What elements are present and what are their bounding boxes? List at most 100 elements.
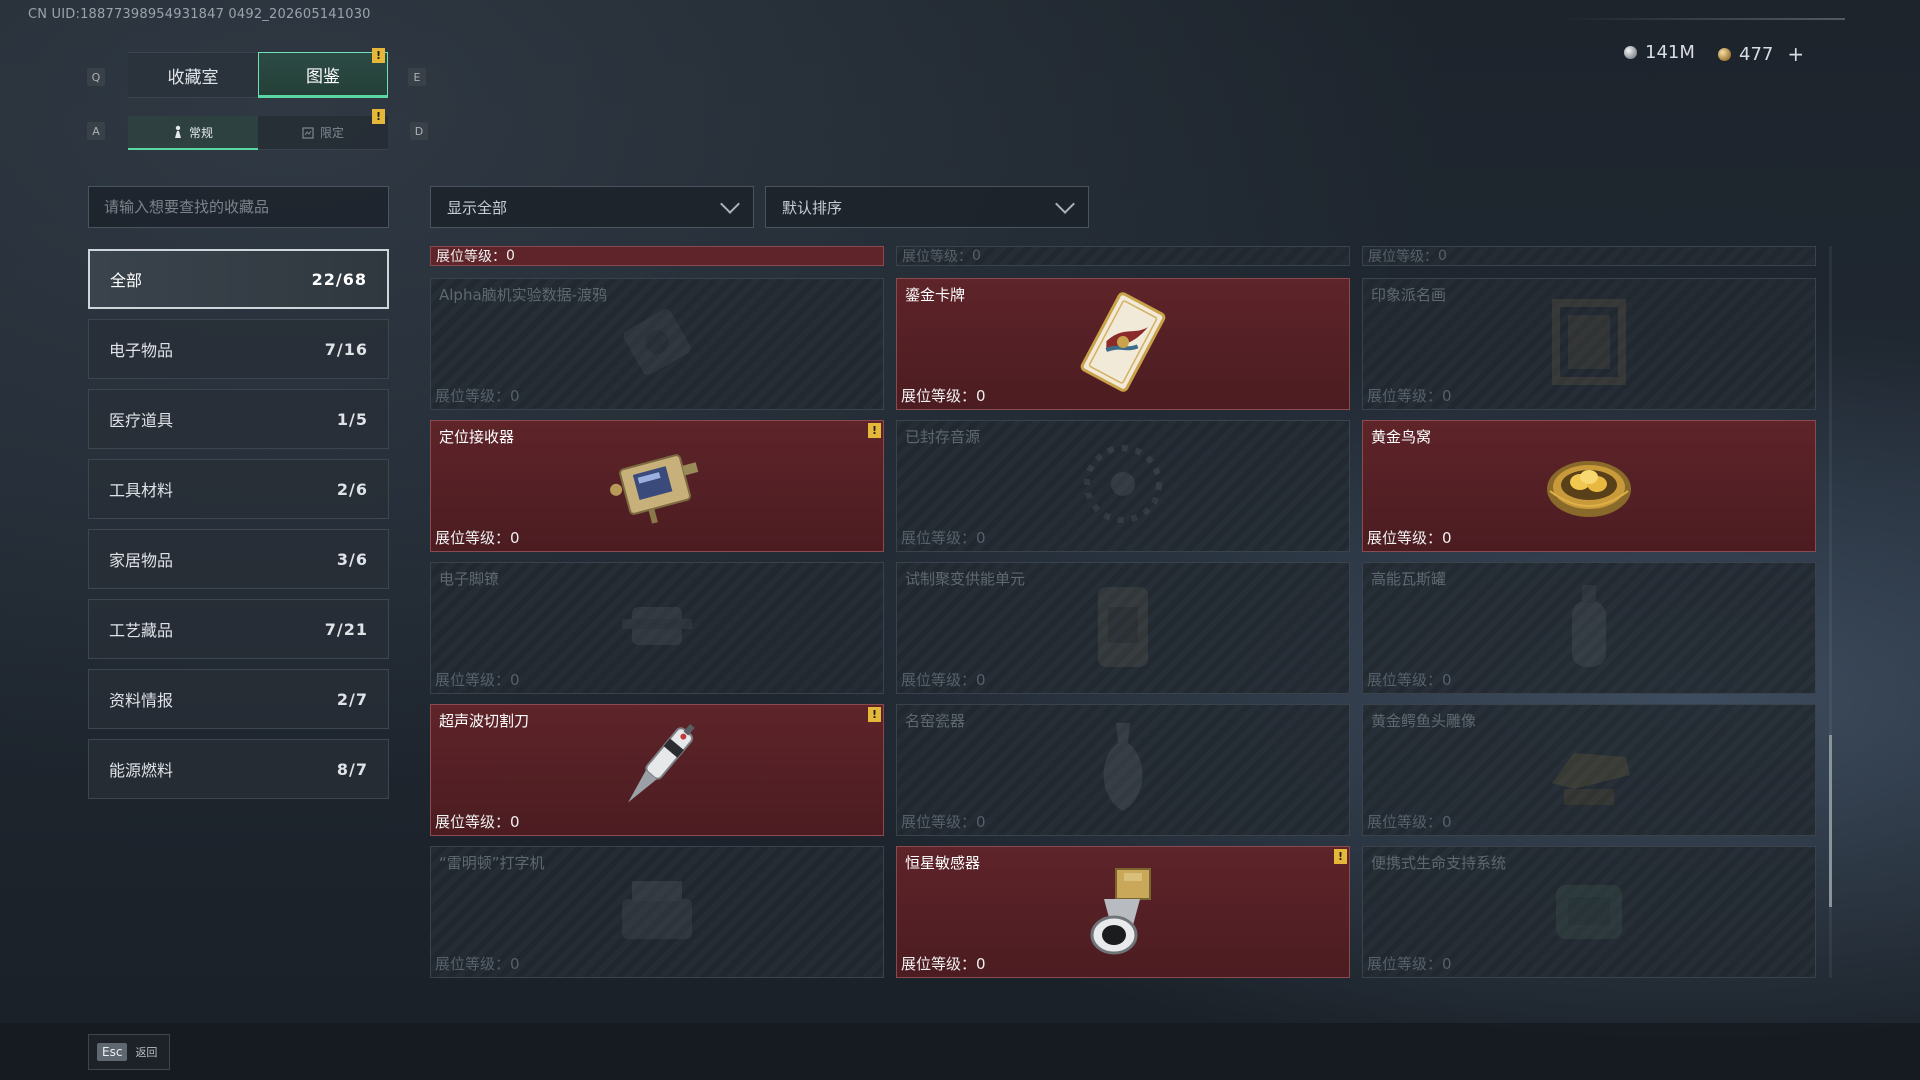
item-name: 已封存音源	[905, 428, 981, 446]
collection-item-card[interactable]: 黄金鳄鱼头雕像 展位等级：0	[1362, 704, 1816, 836]
figure-icon	[174, 125, 181, 138]
tab-label: 收藏室	[167, 67, 219, 88]
subtab-limited[interactable]: 限定	[258, 116, 388, 150]
item-level: 展位等级：0	[435, 669, 520, 690]
level-value: 0	[976, 671, 986, 689]
category-label: 家居物品	[109, 551, 174, 570]
collection-item-card[interactable]: 便携式生命支持系统 展位等级：0	[1362, 846, 1816, 978]
category-intel[interactable]: 资料情报 2/7	[88, 669, 389, 729]
item-name: 定位接收器	[439, 428, 515, 446]
uid-label: CN UID:18877398954931847 0492_2026051410…	[28, 7, 371, 22]
key-d-hint: D	[410, 122, 428, 140]
item-level: 展位等级：0	[901, 527, 986, 548]
item-name: 黄金鸟窝	[1371, 428, 1432, 446]
category-household[interactable]: 家居物品 3/6	[88, 529, 389, 589]
category-crafts[interactable]: 工艺藏品 7/21	[88, 599, 389, 659]
key-e-hint: E	[408, 68, 426, 86]
level-prefix: 展位等级：	[435, 813, 511, 831]
porcelain-vase-icon	[1068, 713, 1178, 827]
collection-item-card[interactable]: 高能瓦斯罐 展位等级：0	[1362, 562, 1816, 694]
silver-coin-icon	[1624, 46, 1637, 59]
collection-item-card[interactable]: “雷明顿”打字机 展位等级：0	[430, 846, 884, 978]
search-field[interactable]	[88, 186, 389, 228]
collection-item-card[interactable]: 鎏金卡牌展位等级：0	[896, 278, 1350, 410]
ultrasonic-cutter-icon	[602, 713, 712, 827]
category-all[interactable]: 全部 22/68	[88, 249, 389, 309]
item-level: 展位等级：0	[1367, 527, 1452, 548]
receiver-icon	[602, 429, 712, 543]
gold-coin-icon	[1718, 47, 1731, 61]
category-label: 资料情报	[109, 691, 174, 710]
level-value: 0	[510, 529, 520, 547]
sort-dropdown[interactable]: 默认排序	[765, 186, 1089, 228]
collection-item-card[interactable]: 名窑瓷器 展位等级：0	[896, 704, 1350, 836]
level-prefix: 展位等级：	[435, 671, 511, 689]
level-prefix: 展位等级：	[1367, 813, 1443, 831]
alert-icon: !	[372, 48, 385, 63]
item-level: 展位等级：0	[1367, 385, 1452, 406]
level-prefix: 展位等级：	[1367, 387, 1443, 405]
collection-item-card[interactable]: 已封存音源展位等级：0	[896, 420, 1350, 552]
collection-item-card[interactable]: 恒星敏感器 展位等级：0!	[896, 846, 1350, 978]
category-count: 2/6	[336, 479, 368, 499]
category-tools[interactable]: 工具材料 2/6	[88, 459, 389, 519]
add-currency-button[interactable]: +	[1787, 42, 1804, 66]
gold-amount: 477	[1739, 43, 1774, 65]
collection-grid: Alpha脑机实验数据-渡鸦 展位等级：0 鎏金卡牌 展位等级：0 印象派名画 展位等级：…	[430, 246, 1818, 978]
subtab-normal[interactable]: 常规	[128, 116, 258, 150]
level-value: 0	[976, 955, 986, 973]
level-prefix: 展位等级：	[901, 529, 977, 547]
golden-nest-icon	[1534, 429, 1644, 543]
item-level: 展位等级：0	[435, 953, 520, 974]
category-count: 3/6	[336, 549, 368, 569]
data-drive-icon	[602, 287, 712, 401]
tab-atlas[interactable]: 图鉴	[258, 52, 388, 98]
key-a-hint: A	[87, 122, 105, 140]
level-prefix: 展位等级：	[435, 387, 511, 405]
gas-canister-icon	[1534, 571, 1644, 685]
esc-key-hint: Esc	[97, 1043, 128, 1061]
level-value: 0	[510, 813, 520, 831]
category-label: 工艺藏品	[109, 621, 174, 640]
collection-item-card[interactable]: 定位接收器 展位等级：0!	[430, 420, 884, 552]
category-label: 电子物品	[109, 341, 174, 360]
filter-value: 显示全部	[447, 198, 508, 217]
silver-currency: 141M	[1624, 42, 1695, 63]
level-value: 0	[976, 529, 986, 547]
collection-item-card[interactable]: 试制聚变供能单元 展位等级：0	[896, 562, 1350, 694]
back-button[interactable]: Esc 返回	[88, 1034, 170, 1070]
sound-source-icon	[1068, 429, 1178, 543]
level-prefix: 展位等级：	[901, 387, 977, 405]
collection-item-card[interactable]: 超声波切割刀 展位等级：0!	[430, 704, 884, 836]
item-name: 高能瓦斯罐	[1371, 570, 1447, 588]
category-label: 能源燃料	[109, 761, 174, 780]
collection-item-card[interactable]: 印象派名画 展位等级：0	[1362, 278, 1816, 410]
collection-item-card[interactable]: 电子脚镣展位等级：0	[430, 562, 884, 694]
footer-bar	[0, 1023, 1920, 1080]
tab-label: 图鉴	[306, 66, 340, 87]
item-level: 展位等级：0	[901, 385, 986, 406]
key-q-hint: Q	[87, 68, 105, 86]
star-sensor-icon	[1068, 855, 1178, 969]
collection-item-card[interactable]: Alpha脑机实验数据-渡鸦展位等级：0	[430, 278, 884, 410]
category-medical[interactable]: 医疗道具 1/5	[88, 389, 389, 449]
level-value: 0	[510, 387, 520, 405]
category-electronics[interactable]: 电子物品 7/16	[88, 319, 389, 379]
item-level: 展位等级：0	[435, 385, 520, 406]
item-name: Alpha脑机实验数据-渡鸦	[439, 286, 608, 304]
item-name: 超声波切割刀	[439, 712, 530, 730]
top-divider	[1560, 18, 1845, 20]
level-value: 0	[1442, 387, 1452, 405]
item-name: 电子脚镣	[439, 570, 500, 588]
item-name: 鎏金卡牌	[905, 286, 966, 304]
filter-dropdown[interactable]: 显示全部	[430, 186, 754, 228]
category-energy[interactable]: 能源燃料 8/7	[88, 739, 389, 799]
chevron-down-icon	[1055, 194, 1075, 214]
tab-collection-room[interactable]: 收藏室	[128, 52, 258, 98]
category-count: 1/5	[336, 409, 368, 429]
category-count: 8/7	[336, 759, 368, 779]
item-level: 展位等级：0	[1367, 811, 1452, 832]
scrollbar-thumb[interactable]	[1829, 735, 1832, 907]
search-input[interactable]	[89, 187, 388, 227]
collection-item-card[interactable]: 黄金鸟窝展位等级：0	[1362, 420, 1816, 552]
